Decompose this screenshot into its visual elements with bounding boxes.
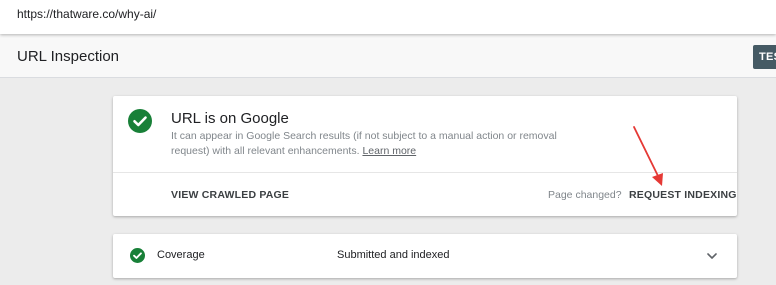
card-divider xyxy=(113,172,737,173)
coverage-row[interactable]: Coverage Submitted and indexed xyxy=(113,234,737,278)
url-status-card: URL is on Google It can appear in Google… xyxy=(113,96,737,216)
url-text[interactable]: https://thatware.co/why-ai/ xyxy=(17,7,156,21)
page-header: URL Inspection xyxy=(0,34,776,78)
coverage-label: Coverage xyxy=(157,249,205,261)
coverage-status: Submitted and indexed xyxy=(337,249,450,261)
page-title: URL Inspection xyxy=(17,48,119,65)
check-circle-icon xyxy=(130,248,145,263)
learn-more-link[interactable]: Learn more xyxy=(362,145,416,157)
url-bar[interactable]: https://thatware.co/why-ai/ xyxy=(0,0,776,34)
page-changed-label: Page changed? xyxy=(548,189,622,201)
view-crawled-page-button[interactable]: VIEW CRAWLED PAGE xyxy=(171,189,289,201)
chevron-down-icon[interactable] xyxy=(705,249,719,263)
test-live-url-button[interactable]: TES xyxy=(753,45,776,69)
check-circle-icon xyxy=(128,109,152,133)
status-title: URL is on Google xyxy=(171,110,289,127)
status-description: It can appear in Google Search results (… xyxy=(171,129,571,158)
request-indexing-button[interactable]: REQUEST INDEXING xyxy=(629,189,737,201)
